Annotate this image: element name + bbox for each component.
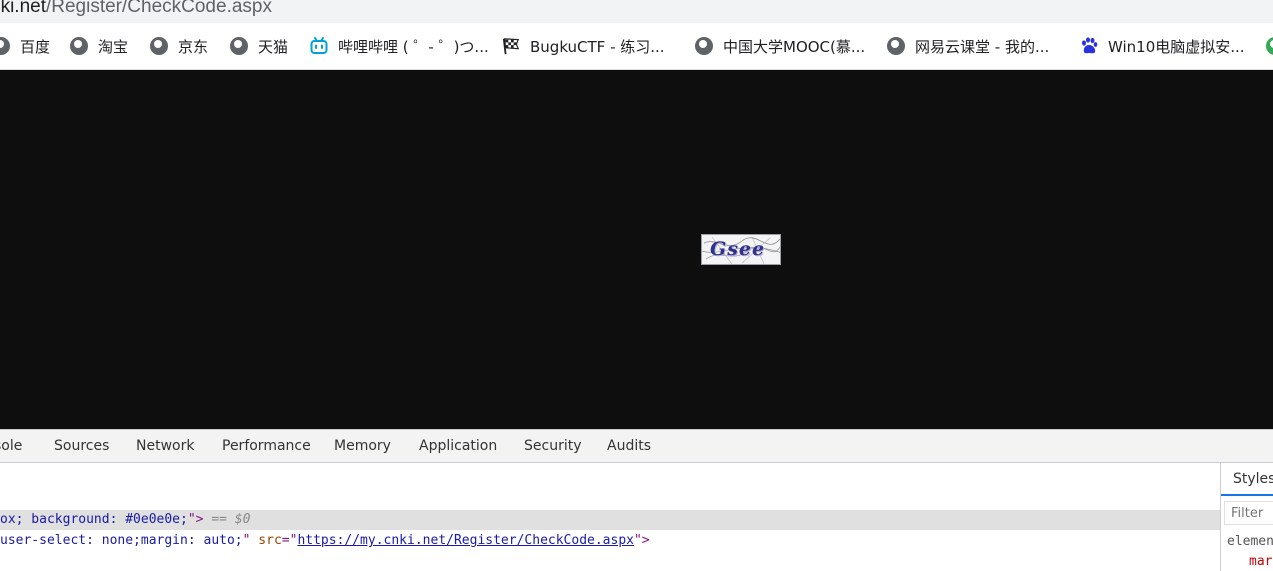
bookmark-163-study[interactable]: 网易云课堂 - 我的... bbox=[887, 35, 1049, 57]
bookmark-bugkuctf[interactable]: BugkuCTF - 练习... bbox=[502, 35, 665, 57]
bookmark-mooc[interactable]: 中国大学MOOC(慕... bbox=[695, 35, 865, 57]
address-bar[interactable]: nki.net/Register/CheckCode.aspx bbox=[0, 0, 1273, 23]
src-link[interactable]: https://my.cnki.net/Register/CheckCode.a… bbox=[297, 533, 634, 548]
globe-icon bbox=[695, 37, 713, 55]
tab-memory[interactable]: Memory bbox=[334, 438, 391, 454]
bookmark-jd[interactable]: 京东 bbox=[150, 35, 208, 57]
element-style-label: elemen bbox=[1227, 534, 1273, 549]
bookmark-win10-vm[interactable]: Win10电脑虚拟安... bbox=[1080, 35, 1245, 57]
captcha-image[interactable]: Gsee bbox=[701, 234, 781, 265]
bookmark-overflow[interactable] bbox=[1266, 35, 1273, 57]
bookmark-bilibili[interactable]: 哔哩哔哩 ( ゜- ゜)つ... bbox=[310, 35, 489, 57]
globe-icon bbox=[230, 37, 248, 55]
url-text: nki.net/Register/CheckCode.aspx bbox=[0, 0, 272, 17]
checkered-flag-icon bbox=[502, 38, 520, 55]
bilibili-tv-icon bbox=[310, 37, 328, 54]
styles-pane: Styles elemen mar bbox=[1220, 463, 1273, 571]
img-dom-node[interactable]: user-select: none;margin: auto;" src="ht… bbox=[0, 531, 1220, 551]
selected-dom-node[interactable]: ox; background: #0e0e0e;"> == $0 bbox=[0, 510, 1220, 530]
tab-console[interactable]: sole bbox=[0, 438, 22, 454]
tab-application[interactable]: Application bbox=[419, 438, 497, 454]
tab-security[interactable]: Security bbox=[524, 438, 582, 454]
globe-icon bbox=[150, 37, 168, 55]
tab-network[interactable]: Network bbox=[136, 438, 194, 454]
margin-property[interactable]: mar bbox=[1249, 554, 1272, 569]
tab-styles[interactable]: Styles bbox=[1221, 463, 1273, 496]
bookmark-taobao[interactable]: 淘宝 bbox=[70, 35, 128, 57]
elements-panel: ox; background: #0e0e0e;"> == $0 user-se… bbox=[0, 463, 1220, 571]
globe-icon bbox=[1266, 37, 1273, 55]
styles-filter-input[interactable] bbox=[1224, 501, 1273, 525]
globe-icon bbox=[0, 37, 10, 55]
bookmarks-bar: 百度 淘宝 京东 天猫 哔哩哔哩 ( ゜- ゜)つ... BugkuCTF - … bbox=[0, 23, 1273, 70]
bookmark-tmall[interactable]: 天猫 bbox=[230, 35, 288, 57]
tab-performance[interactable]: Performance bbox=[222, 438, 311, 454]
bookmark-baidu[interactable]: 百度 bbox=[0, 35, 50, 57]
devtools-tab-bar: sole Sources Network Performance Memory … bbox=[0, 429, 1273, 463]
globe-icon bbox=[887, 37, 905, 55]
captcha-text: Gsee bbox=[710, 238, 766, 260]
baidu-paw-icon bbox=[1082, 37, 1098, 54]
tab-audits[interactable]: Audits bbox=[607, 438, 651, 454]
page-viewport: Gsee bbox=[0, 70, 1273, 429]
tab-sources[interactable]: Sources bbox=[54, 438, 109, 454]
globe-icon bbox=[70, 37, 88, 55]
